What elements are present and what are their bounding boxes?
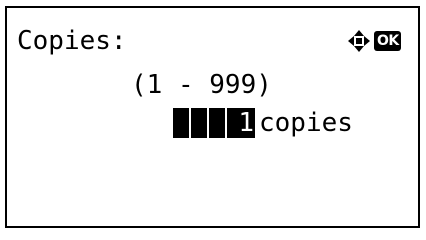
digit-separator: [225, 108, 227, 138]
copies-value: 1: [238, 108, 254, 138]
ok-icon: OK: [374, 31, 401, 51]
four-way-arrow-icon: [348, 30, 370, 52]
copies-input[interactable]: 1: [173, 108, 255, 138]
navigation-hint: OK: [347, 28, 401, 54]
unit-label: copies: [259, 108, 353, 138]
digit-separator: [189, 108, 191, 138]
lcd-screen: Copies: OK (1 - 999) 1 copies: [5, 6, 420, 228]
digit-separator: [207, 108, 209, 138]
screen-title: Copies:: [17, 26, 127, 56]
value-range: (1 - 999): [131, 70, 272, 100]
